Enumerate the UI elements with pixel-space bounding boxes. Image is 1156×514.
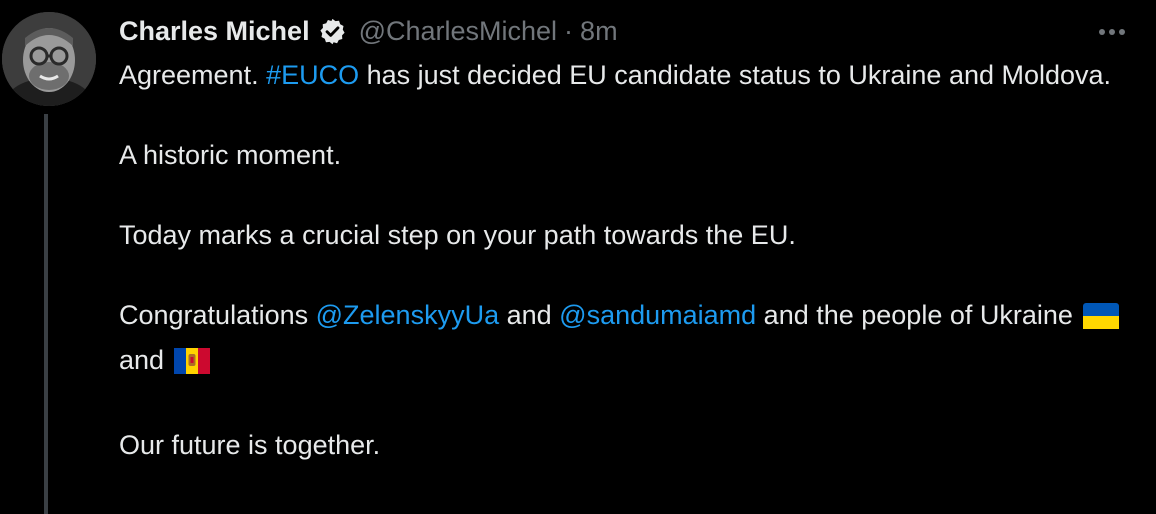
- header-separator: ·: [564, 15, 574, 46]
- text-segment: and: [499, 300, 560, 330]
- flag-moldova-icon: [174, 345, 211, 385]
- text-segment: and: [119, 345, 165, 375]
- text-segment: and the people of Ukraine: [756, 300, 1073, 330]
- verified-badge-icon: [318, 17, 347, 46]
- tweet-paragraph-1: Agreement. #EUCO has just decided EU can…: [119, 55, 1129, 95]
- text-segment: Agreement.: [119, 60, 267, 90]
- tweet-paragraph-2: A historic moment.: [119, 140, 342, 170]
- thread-line: [44, 114, 48, 514]
- author-handle[interactable]: @CharlesMichel: [359, 16, 557, 47]
- tweet-paragraph-3: Today marks a crucial step on your path …: [119, 220, 796, 250]
- author-name[interactable]: Charles Michel: [119, 16, 310, 47]
- text-segment: Congratulations: [119, 300, 316, 330]
- more-options-icon[interactable]: [1090, 16, 1134, 48]
- flag-ukraine-icon: [1082, 300, 1119, 340]
- tweet-paragraph-5: Our future is together.: [119, 430, 381, 460]
- avatar[interactable]: [2, 12, 96, 106]
- text-segment: has just decided EU candidate status to …: [359, 60, 1112, 90]
- tweet-header: Charles Michel @CharlesMichel · 8m: [119, 12, 618, 50]
- tweet-paragraph-4: Congratulations @ZelenskyyUa and @sandum…: [119, 295, 1129, 385]
- tweet-text: Agreement. #EUCO has just decided EU can…: [119, 55, 1129, 465]
- hashtag-link[interactable]: #EUCO: [266, 60, 359, 90]
- mention-link-sandu[interactable]: @sandumaiamd: [559, 300, 756, 330]
- mention-link-zelenskyy[interactable]: @ZelenskyyUa: [316, 300, 499, 330]
- tweet[interactable]: Charles Michel @CharlesMichel · 8m Agree…: [0, 0, 1156, 514]
- tweet-timestamp[interactable]: 8m: [580, 16, 618, 47]
